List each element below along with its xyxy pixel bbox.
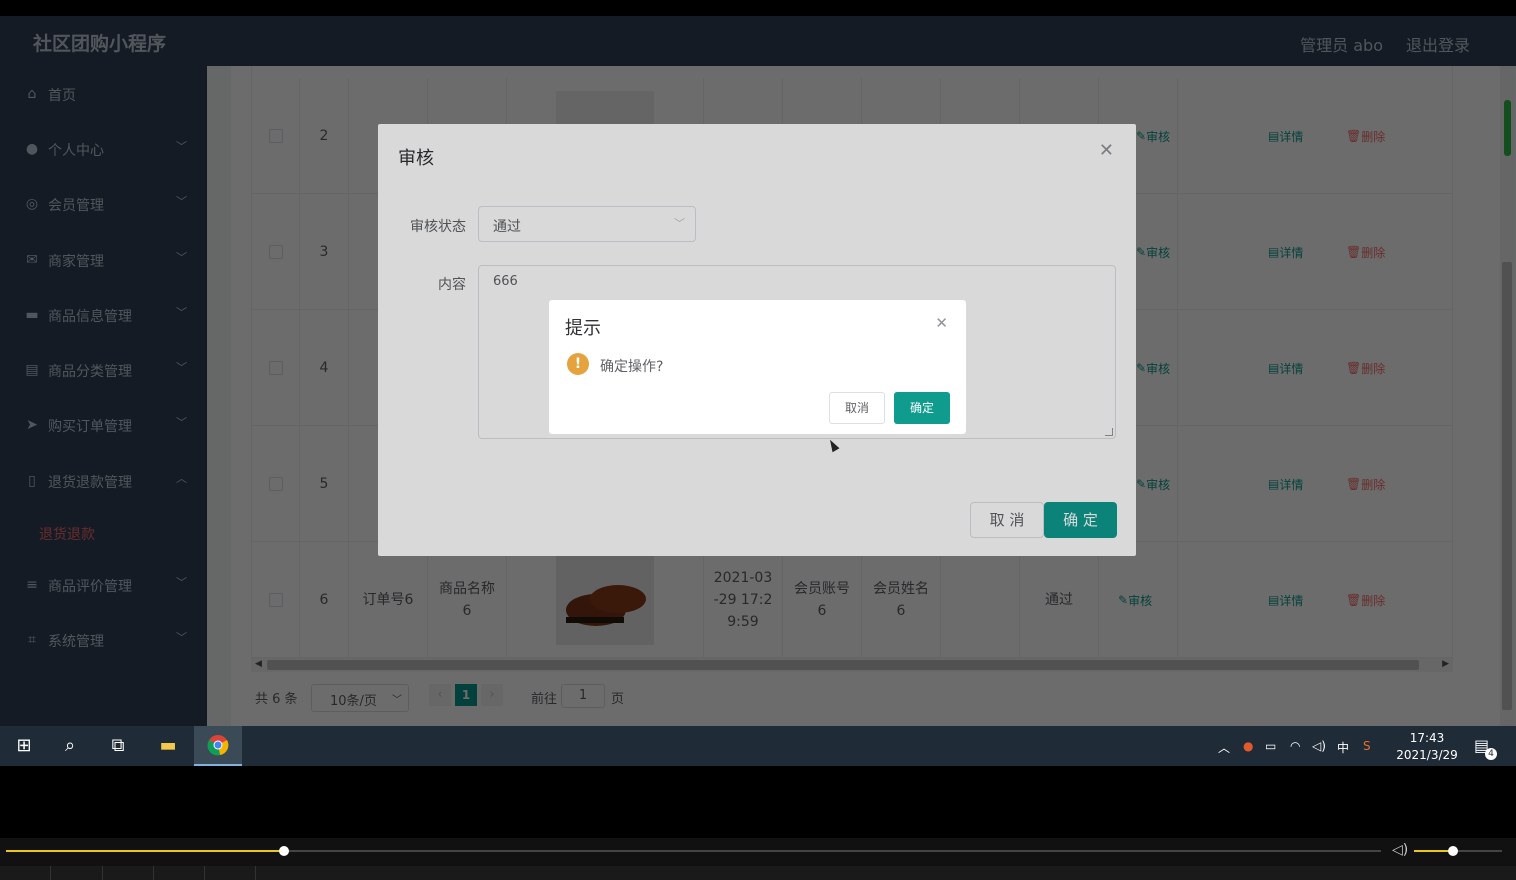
speaker-icon[interactable]: ◁) [1392, 842, 1408, 858]
windows-taskbar: ⊞ ⌕ ⧉ ▬ ︿ ● ▭ ◠ ◁) 中 S 17:43 2021/3/29 ▤… [0, 726, 1516, 766]
wifi-icon[interactable]: ◠ [1290, 739, 1300, 753]
video-player-bar: ◁) [0, 838, 1516, 880]
search-icon[interactable]: ⌕ [58, 734, 82, 758]
strip-divider [102, 866, 103, 880]
volume-handle[interactable] [1448, 846, 1458, 856]
ime-indicator[interactable]: 中 [1337, 739, 1349, 756]
strip-divider [255, 866, 256, 880]
strip-divider [204, 866, 205, 880]
strip-divider [153, 866, 154, 880]
windows-start-icon[interactable]: ⊞ [12, 734, 36, 758]
file-explorer-icon[interactable]: ▬ [156, 734, 180, 758]
task-view-icon[interactable]: ⧉ [106, 734, 130, 758]
warning-icon: ! [567, 353, 589, 375]
messagebox-cancel-button[interactable]: 取消 [829, 392, 885, 424]
seek-handle[interactable] [279, 846, 289, 856]
close-icon[interactable]: ✕ [935, 314, 948, 332]
confirm-messagebox: 提示 ✕ ! 确定操作? 取消 确定 [549, 300, 966, 434]
messagebox-title: 提示 [565, 318, 601, 339]
chrome-logo [207, 735, 229, 756]
system-clock[interactable]: 17:43 2021/3/29 [1392, 730, 1462, 764]
clock-time: 17:43 [1409, 731, 1445, 745]
strip-divider [50, 866, 51, 880]
volume-icon[interactable]: ◁) [1312, 739, 1326, 753]
messagebox-text: 确定操作? [600, 359, 664, 375]
seek-progress [6, 850, 284, 852]
clock-date: 2021/3/29 [1396, 748, 1458, 762]
battery-icon[interactable]: ▭ [1265, 739, 1276, 753]
qq-icon[interactable]: ● [1243, 739, 1253, 753]
notification-badge: 4 [1485, 748, 1497, 760]
messagebox-confirm-button[interactable]: 确定 [894, 392, 950, 424]
chrome-icon[interactable] [206, 734, 230, 758]
sogou-icon[interactable]: S [1363, 739, 1371, 753]
screen: 社区团购小程序 管理员 abo 退出登录 ⌂ 首页 ● 个人中心 ﹀ ◎ 会员管… [0, 0, 1516, 880]
tray-expand-icon[interactable]: ︿ [1218, 739, 1230, 756]
player-control-strip [0, 866, 1516, 880]
app-window: 社区团购小程序 管理员 abo 退出登录 ⌂ 首页 ● 个人中心 ﹀ ◎ 会员管… [0, 16, 1516, 726]
